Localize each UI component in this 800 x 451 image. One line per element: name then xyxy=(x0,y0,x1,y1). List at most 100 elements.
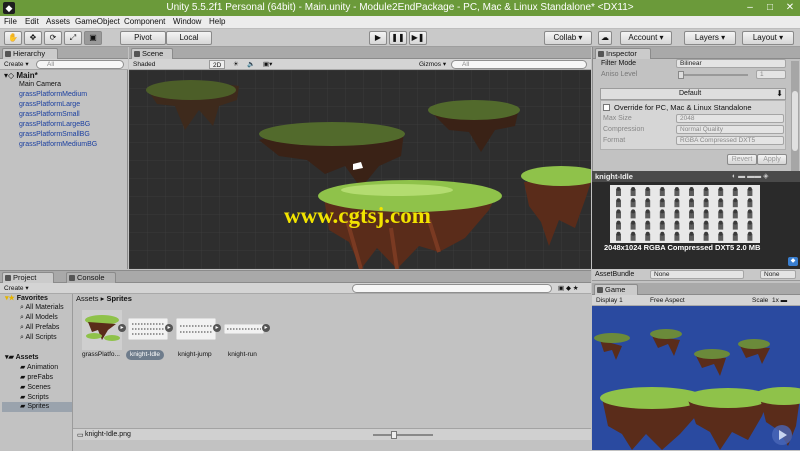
step-button[interactable]: ▶❚ xyxy=(409,31,427,45)
asset-label-grass[interactable]: grassPlatfo... xyxy=(82,351,120,358)
platform-tab-default[interactable]: Default ⬇ xyxy=(600,88,786,100)
shading-dropdown[interactable]: Shaded xyxy=(133,60,155,69)
hierarchy-item-grass-large[interactable]: grassPlatformLarge xyxy=(19,101,80,108)
favorite-all-prefabs[interactable]: ⌕ All Prefabs xyxy=(20,324,59,332)
favorite-all-materials[interactable]: ⌕ All Materials xyxy=(20,304,64,312)
expand-arrow-icon[interactable]: ▸ xyxy=(262,324,270,332)
tab-console[interactable]: Console xyxy=(66,272,116,283)
display-dropdown[interactable]: Display 1 xyxy=(596,296,623,305)
favorites-header[interactable]: ▾★ Favorites xyxy=(5,294,48,302)
tab-hierarchy[interactable]: Hierarchy xyxy=(2,48,58,59)
folder-scripts[interactable]: ▰ Scripts xyxy=(20,393,49,401)
pause-button[interactable]: ❚❚ xyxy=(389,31,407,45)
thumbnail-size-handle[interactable] xyxy=(391,431,397,439)
assetbundle-dropdown[interactable]: None xyxy=(650,270,744,279)
mode-2d-toggle[interactable]: 2D xyxy=(209,60,226,69)
hierarchy-create-button[interactable]: Create ▾ xyxy=(4,60,29,69)
aniso-level-field[interactable]: 1 xyxy=(756,70,786,79)
layout-dropdown[interactable]: Layout ▾ xyxy=(742,31,794,45)
local-toggle[interactable]: Local xyxy=(166,31,212,45)
account-dropdown[interactable]: Account ▾ xyxy=(620,31,672,45)
hand-tool-icon[interactable]: ✋ xyxy=(4,31,22,45)
project-search-input[interactable] xyxy=(352,284,552,293)
gizmos-dropdown[interactable]: Gizmos ▾ xyxy=(419,60,446,69)
revert-button[interactable]: Revert xyxy=(727,154,757,165)
hierarchy-item-grass-large-bg[interactable]: grassPlatformLargeBG xyxy=(19,121,90,128)
menu-edit[interactable]: Edit xyxy=(25,17,39,26)
tab-scene[interactable]: Scene xyxy=(131,48,173,59)
hierarchy-search-input[interactable]: All xyxy=(36,60,124,69)
tab-project[interactable]: Project xyxy=(2,272,54,283)
hierarchy-item-main-camera[interactable]: Main Camera xyxy=(19,81,61,88)
menu-file[interactable]: File xyxy=(4,17,17,26)
move-tool-icon[interactable]: ✥ xyxy=(24,31,42,45)
asset-thumbnail-knight-run[interactable] xyxy=(224,324,264,334)
layers-dropdown[interactable]: Layers ▾ xyxy=(684,31,736,45)
aniso-slider-track[interactable] xyxy=(678,74,748,76)
scene-canvas[interactable]: www.cgtsj.com xyxy=(129,70,591,269)
project-create-button[interactable]: Create ▾ xyxy=(4,284,29,293)
hierarchy-item-grass-medium-bg[interactable]: grassPlatformMediumBG xyxy=(19,141,97,148)
tab-inspector[interactable]: Inspector xyxy=(595,48,651,59)
preview-toolbar-icons[interactable]: ◐ ▬ ▬▬ ◈ xyxy=(732,172,768,180)
breadcrumb-assets[interactable]: Assets xyxy=(76,294,99,303)
collab-dropdown[interactable]: Collab ▾ xyxy=(544,31,592,45)
asset-thumbnail-grass[interactable] xyxy=(82,310,122,350)
menu-gameobject[interactable]: GameObject xyxy=(75,17,120,26)
menu-window[interactable]: Window xyxy=(173,17,201,26)
format-dropdown[interactable]: RGBA Compressed DXT5 xyxy=(676,136,784,145)
aspect-dropdown[interactable]: Free Aspect xyxy=(650,296,685,305)
effects-toggle-icon[interactable]: ▣▾ xyxy=(263,60,272,69)
lighting-toggle-icon[interactable]: ☀ xyxy=(233,60,239,69)
expand-arrow-icon[interactable]: ▸ xyxy=(118,324,126,332)
override-checkbox[interactable] xyxy=(603,104,610,111)
menu-assets[interactable]: Assets xyxy=(46,17,70,26)
expand-arrow-icon[interactable]: ▸ xyxy=(165,324,173,332)
scene-search-input[interactable]: All xyxy=(451,60,587,69)
game-canvas[interactable] xyxy=(592,306,800,450)
close-button[interactable]: ✕ xyxy=(784,1,796,14)
max-size-dropdown[interactable]: 2048 xyxy=(676,114,784,123)
filter-mode-dropdown[interactable]: Bilinear xyxy=(676,59,786,68)
play-button[interactable]: ▶ xyxy=(369,31,387,45)
favorite-all-models[interactable]: ⌕ All Models xyxy=(20,314,58,322)
hierarchy-item-grass-small[interactable]: grassPlatformSmall xyxy=(19,111,80,118)
asset-label-knight-idle[interactable]: knight-Idle xyxy=(126,350,164,360)
menu-help[interactable]: Help xyxy=(209,17,225,26)
assets-header[interactable]: ▾▰ Assets xyxy=(5,353,39,361)
compression-dropdown[interactable]: Normal Quality xyxy=(676,125,784,134)
rect-tool-icon[interactable]: ▣ xyxy=(84,31,102,45)
menu-component[interactable]: Component xyxy=(124,17,165,26)
favorite-all-scripts[interactable]: ⌕ All Scripts xyxy=(20,334,57,342)
audio-toggle-icon[interactable]: 🔈 xyxy=(247,60,255,69)
asset-label-knight-run[interactable]: knight-run xyxy=(228,351,257,358)
asset-thumbnail-knight-idle[interactable] xyxy=(128,318,168,340)
minimize-button[interactable]: – xyxy=(744,1,756,14)
tag-icon[interactable]: ◆ xyxy=(788,257,798,266)
asset-label-knight-jump[interactable]: knight-jump xyxy=(178,351,212,358)
folder-scenes[interactable]: ▰ Scenes xyxy=(20,383,51,391)
folder-prefabs[interactable]: ▰ preFabs xyxy=(20,373,53,381)
filter-icons[interactable]: ▣ ◆ ★ xyxy=(558,284,579,293)
thumbnail-size-slider[interactable] xyxy=(373,434,433,436)
cloud-icon[interactable]: ☁ xyxy=(598,31,612,45)
maximize-button[interactable]: □ xyxy=(764,1,776,14)
hierarchy-item-grass-medium[interactable]: grassPlatformMedium xyxy=(19,91,87,98)
assetbundle-variant-dropdown[interactable]: None xyxy=(760,270,796,279)
aniso-slider-handle[interactable] xyxy=(678,71,684,79)
folder-sprites[interactable]: ▰ Sprites xyxy=(2,402,72,412)
asset-thumbnail-knight-jump[interactable] xyxy=(176,318,216,340)
inspector-scrollbar[interactable] xyxy=(791,61,799,171)
folder-animation[interactable]: ▰ Animation xyxy=(20,363,58,371)
sprite-frame xyxy=(732,231,738,241)
pivot-toggle[interactable]: Pivot xyxy=(120,31,166,45)
scene-root[interactable]: ▾◇ Main* xyxy=(4,71,38,80)
apply-button[interactable]: Apply xyxy=(757,154,787,165)
breadcrumb-sprites[interactable]: Sprites xyxy=(106,294,131,303)
expand-arrow-icon[interactable]: ▸ xyxy=(213,324,221,332)
tab-game[interactable]: Game xyxy=(594,284,638,295)
scale-tool-icon[interactable]: ⤢ xyxy=(64,31,82,45)
rotate-tool-icon[interactable]: ⟳ xyxy=(44,31,62,45)
scale-slider[interactable]: 1x ▬ xyxy=(772,296,787,305)
hierarchy-item-grass-small-bg[interactable]: grassPlatformSmallBG xyxy=(19,131,90,138)
